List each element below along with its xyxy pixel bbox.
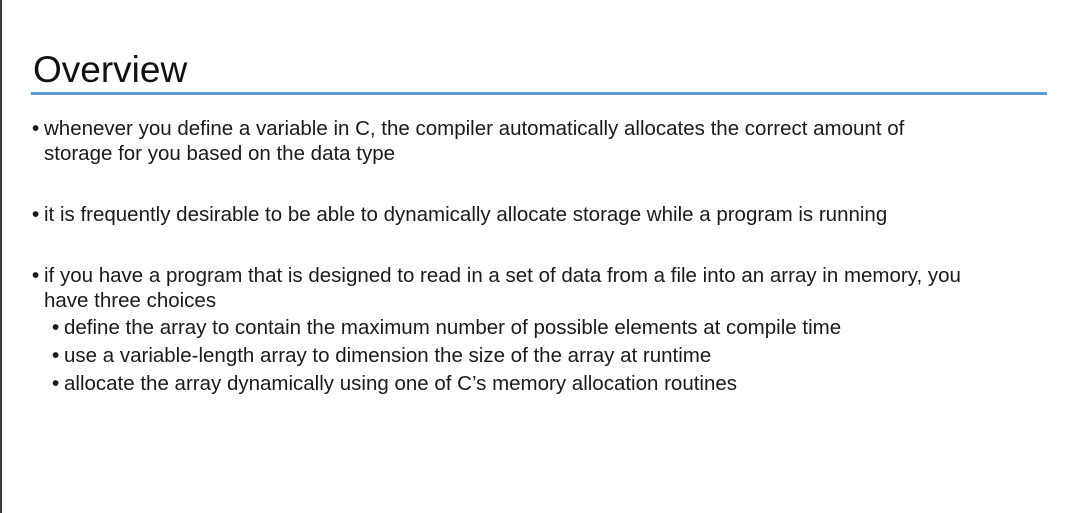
sub-bullet-text: define the array to contain the maximum … [64,316,842,339]
bullet-icon: • [52,372,60,395]
bullet-text: whenever you define a variable in C, the… [44,117,905,140]
sub-bullet-item: • use a variable-length array to dimensio… [52,343,711,368]
slide-title: Overview [33,49,188,90]
bullet-item: • if you have a program that is designed … [32,263,961,313]
bullet-text-continuation: storage for you based on the data type [44,142,396,165]
sub-bullet-item: • define the array to contain the maximum… [52,315,841,340]
bullet-icon: • [32,264,40,287]
bullet-icon: • [52,316,60,339]
slide-left-border [0,0,2,513]
bullet-text: if you have a program that is designed t… [44,264,961,287]
bullet-icon: • [32,117,40,140]
sub-bullet-text: use a variable-length array to dimension… [64,344,712,367]
sub-bullet-text: allocate the array dynamically using one… [64,372,738,395]
bullet-text-continuation: have three choices [44,289,217,312]
bullet-text: it is frequently desirable to be able to… [44,203,888,226]
bullet-icon: • [32,203,40,226]
title-underline [31,92,1047,95]
bullet-item: • whenever you define a variable in C, th… [32,116,904,166]
bullet-item: • it is frequently desirable to be able t… [32,202,887,227]
sub-bullet-item: • allocate the array dynamically using on… [52,371,737,396]
bullet-icon: • [52,344,60,367]
